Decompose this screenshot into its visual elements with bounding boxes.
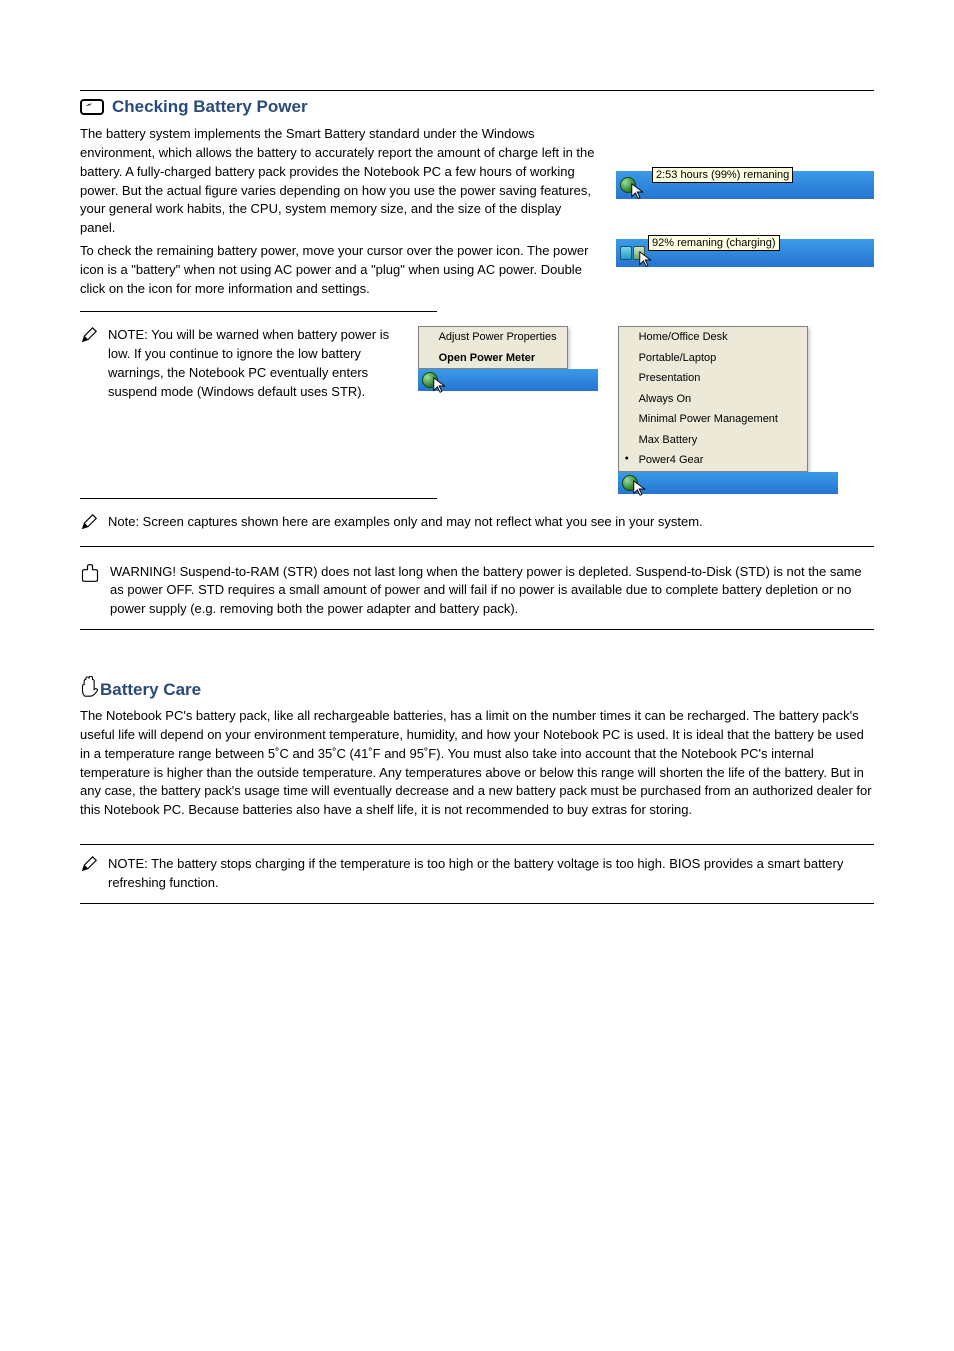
- tooltip-charging: 92% remaning (charging) When the AC powe…: [616, 239, 874, 267]
- cursor-icon-3: [432, 377, 450, 395]
- battery-care-paragraph: The Notebook PC's battery pack, like all…: [80, 707, 874, 820]
- battery-care-title: Battery Care: [100, 680, 201, 700]
- pen-icon-2: [80, 513, 98, 536]
- note-1: NOTE: You will be warned when battery po…: [108, 326, 398, 401]
- power-scheme-item[interactable]: Always On: [619, 389, 807, 410]
- paragraph-2: To check the remaining battery power, mo…: [80, 242, 598, 299]
- battery-section-icon: [80, 99, 104, 115]
- paragraph-1: The battery system implements the Smart …: [80, 125, 598, 238]
- tooltip-text-2: 92% remaning (charging): [648, 235, 780, 251]
- power-scheme-item[interactable]: Home/Office Desk: [619, 327, 807, 348]
- bottom-note: NOTE: The battery stops charging if the …: [108, 855, 874, 893]
- cursor-icon: [630, 183, 648, 201]
- warning-icon: [80, 563, 100, 588]
- cursor-icon-4: [632, 480, 650, 498]
- tooltip-remaining-time: 2:53 hours (99%) remaning Move your mous…: [616, 171, 874, 199]
- context-menu-large: Home/Office DeskPortable/LaptopPresentat…: [618, 326, 808, 472]
- tooltip-text-1: 2:53 hours (99%) remaning: [652, 167, 793, 183]
- menu-item-adjust-power[interactable]: Adjust Power Properties: [419, 327, 567, 348]
- power-scheme-item[interactable]: Max Battery: [619, 430, 807, 451]
- context-menu-small: Adjust Power Properties Open Power Meter: [418, 326, 568, 369]
- power-scheme-item[interactable]: Presentation: [619, 368, 807, 389]
- pen-icon: [80, 326, 98, 349]
- hand-stop-icon: [80, 676, 100, 703]
- power-scheme-item[interactable]: Portable/Laptop: [619, 348, 807, 369]
- power-scheme-item[interactable]: Power4 Gear: [619, 450, 807, 471]
- menu-item-open-power-meter[interactable]: Open Power Meter: [419, 348, 567, 369]
- cursor-icon-2: [638, 251, 656, 269]
- note-2: Note: Screen captures shown here are exa…: [108, 513, 874, 532]
- pen-icon-3: [80, 855, 98, 878]
- section-title: Checking Battery Power: [112, 97, 308, 117]
- warning-text: WARNING! Suspend-to-RAM (STR) does not l…: [110, 563, 874, 620]
- power-scheme-item[interactable]: Minimal Power Management: [619, 409, 807, 430]
